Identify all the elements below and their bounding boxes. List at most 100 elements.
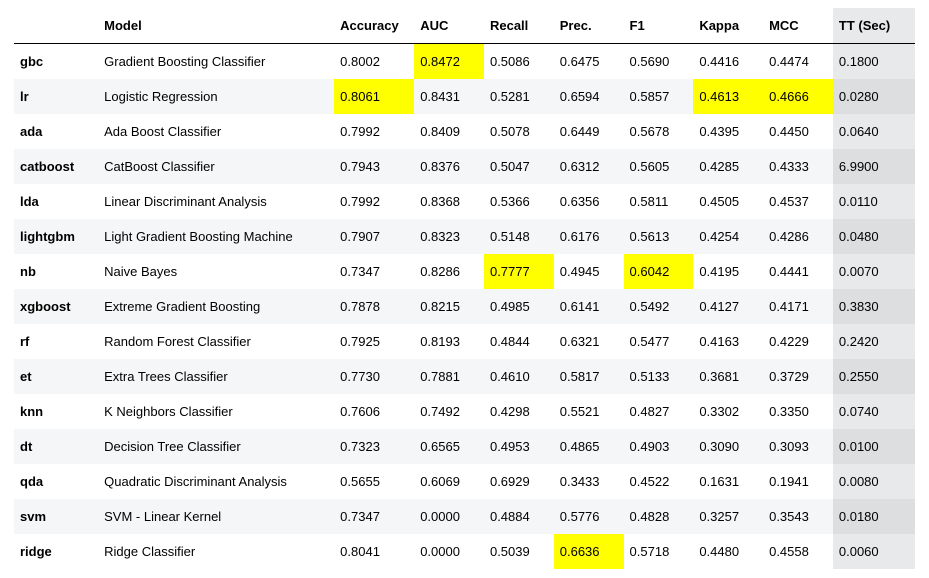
cell-mcc: 0.4171 bbox=[763, 289, 833, 324]
cell-recall: 0.5039 bbox=[484, 534, 554, 569]
cell-recall: 0.5047 bbox=[484, 149, 554, 184]
cell-tt: 0.1800 bbox=[833, 44, 915, 80]
cell-f1: 0.5718 bbox=[624, 534, 694, 569]
cell-prec: 0.6594 bbox=[554, 79, 624, 114]
cell-kappa: 0.4163 bbox=[693, 324, 763, 359]
cell-prec: 0.6321 bbox=[554, 324, 624, 359]
cell-recall: 0.5281 bbox=[484, 79, 554, 114]
cell-tt: 0.0180 bbox=[833, 499, 915, 534]
cell-recall: 0.7777 bbox=[484, 254, 554, 289]
cell-accuracy: 0.7943 bbox=[334, 149, 414, 184]
cell-f1: 0.5477 bbox=[624, 324, 694, 359]
cell-f1: 0.5492 bbox=[624, 289, 694, 324]
cell-recall: 0.4844 bbox=[484, 324, 554, 359]
cell-kappa: 0.4416 bbox=[693, 44, 763, 80]
cell-code: catboost bbox=[14, 149, 98, 184]
cell-mcc: 0.4441 bbox=[763, 254, 833, 289]
table-row: qdaQuadratic Discriminant Analysis0.5655… bbox=[14, 464, 915, 499]
th-code bbox=[14, 8, 98, 44]
cell-tt: 0.2550 bbox=[833, 359, 915, 394]
cell-model: Ridge Classifier bbox=[98, 534, 334, 569]
cell-kappa: 0.4254 bbox=[693, 219, 763, 254]
cell-prec: 0.5776 bbox=[554, 499, 624, 534]
cell-tt: 0.2420 bbox=[833, 324, 915, 359]
cell-prec: 0.6636 bbox=[554, 534, 624, 569]
cell-prec: 0.4945 bbox=[554, 254, 624, 289]
cell-f1: 0.5678 bbox=[624, 114, 694, 149]
cell-code: ridge bbox=[14, 534, 98, 569]
table-row: adaAda Boost Classifier0.79920.84090.507… bbox=[14, 114, 915, 149]
cell-code: rf bbox=[14, 324, 98, 359]
cell-prec: 0.3433 bbox=[554, 464, 624, 499]
cell-tt: 0.0080 bbox=[833, 464, 915, 499]
cell-accuracy: 0.8061 bbox=[334, 79, 414, 114]
cell-f1: 0.6042 bbox=[624, 254, 694, 289]
cell-auc: 0.0000 bbox=[414, 534, 484, 569]
cell-code: lightgbm bbox=[14, 219, 98, 254]
cell-auc: 0.7492 bbox=[414, 394, 484, 429]
table-row: knnK Neighbors Classifier0.76060.74920.4… bbox=[14, 394, 915, 429]
cell-model: Extreme Gradient Boosting bbox=[98, 289, 334, 324]
table-row: etExtra Trees Classifier0.77300.78810.46… bbox=[14, 359, 915, 394]
cell-auc: 0.8368 bbox=[414, 184, 484, 219]
cell-code: svm bbox=[14, 499, 98, 534]
cell-auc: 0.6565 bbox=[414, 429, 484, 464]
cell-code: xgboost bbox=[14, 289, 98, 324]
cell-kappa: 0.1631 bbox=[693, 464, 763, 499]
cell-recall: 0.5148 bbox=[484, 219, 554, 254]
cell-auc: 0.8193 bbox=[414, 324, 484, 359]
cell-auc: 0.6069 bbox=[414, 464, 484, 499]
cell-model: K Neighbors Classifier bbox=[98, 394, 334, 429]
cell-kappa: 0.4195 bbox=[693, 254, 763, 289]
table-row: gbcGradient Boosting Classifier0.80020.8… bbox=[14, 44, 915, 80]
cell-recall: 0.5366 bbox=[484, 184, 554, 219]
cell-model: Naive Bayes bbox=[98, 254, 334, 289]
th-tt: TT (Sec) bbox=[833, 8, 915, 44]
th-model: Model bbox=[98, 8, 334, 44]
cell-recall: 0.5078 bbox=[484, 114, 554, 149]
cell-mcc: 0.4537 bbox=[763, 184, 833, 219]
table-row: lrLogistic Regression0.80610.84310.52810… bbox=[14, 79, 915, 114]
cell-code: ada bbox=[14, 114, 98, 149]
cell-mcc: 0.1941 bbox=[763, 464, 833, 499]
table-row: catboostCatBoost Classifier0.79430.83760… bbox=[14, 149, 915, 184]
cell-f1: 0.5857 bbox=[624, 79, 694, 114]
cell-model: Light Gradient Boosting Machine bbox=[98, 219, 334, 254]
table-row: xgboostExtreme Gradient Boosting0.7878 0.… bbox=[14, 289, 915, 324]
cell-prec: 0.6449 bbox=[554, 114, 624, 149]
cell-accuracy: 0.7347 bbox=[334, 254, 414, 289]
cell-recall: 0.4610 bbox=[484, 359, 554, 394]
cell-kappa: 0.4613 bbox=[693, 79, 763, 114]
cell-recall: 0.4298 bbox=[484, 394, 554, 429]
cell-f1: 0.5613 bbox=[624, 219, 694, 254]
cell-accuracy: 0.7907 bbox=[334, 219, 414, 254]
cell-f1: 0.5605 bbox=[624, 149, 694, 184]
cell-mcc: 0.3543 bbox=[763, 499, 833, 534]
cell-prec: 0.6356 bbox=[554, 184, 624, 219]
cell-kappa: 0.4285 bbox=[693, 149, 763, 184]
cell-tt: 0.0480 bbox=[833, 219, 915, 254]
cell-prec: 0.5817 bbox=[554, 359, 624, 394]
cell-prec: 0.6475 bbox=[554, 44, 624, 80]
cell-code: knn bbox=[14, 394, 98, 429]
cell-accuracy: 0.7347 bbox=[334, 499, 414, 534]
cell-model: Ada Boost Classifier bbox=[98, 114, 334, 149]
cell-mcc: 0.4666 bbox=[763, 79, 833, 114]
cell-tt: 0.0110 bbox=[833, 184, 915, 219]
cell-accuracy: 0.8002 bbox=[334, 44, 414, 80]
cell-accuracy: 0.7878 bbox=[334, 289, 414, 324]
th-accuracy: Accuracy bbox=[334, 8, 414, 44]
cell-tt: 0.0640 bbox=[833, 114, 915, 149]
cell-kappa: 0.3302 bbox=[693, 394, 763, 429]
th-f1: F1 bbox=[624, 8, 694, 44]
cell-auc: 0.8472 bbox=[414, 44, 484, 80]
cell-code: et bbox=[14, 359, 98, 394]
table-row: ridgeRidge Classifier0.80410.00000.50390… bbox=[14, 534, 915, 569]
cell-model: Random Forest Classifier bbox=[98, 324, 334, 359]
cell-accuracy: 0.7925 bbox=[334, 324, 414, 359]
cell-accuracy: 0.7992 bbox=[334, 184, 414, 219]
cell-f1: 0.4522 bbox=[624, 464, 694, 499]
cell-kappa: 0.4395 bbox=[693, 114, 763, 149]
cell-f1: 0.5133 bbox=[624, 359, 694, 394]
cell-code: lr bbox=[14, 79, 98, 114]
